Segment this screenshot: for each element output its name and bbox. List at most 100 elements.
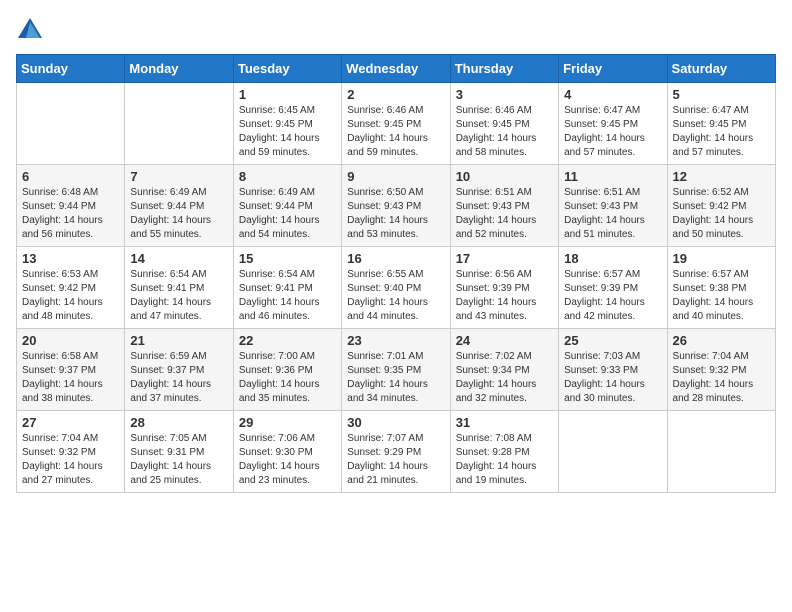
day-info: Sunrise: 7:01 AMSunset: 9:35 PMDaylight:… <box>347 350 444 406</box>
day-info: Sunrise: 6:48 AMSunset: 9:44 PMDaylight:… <box>22 186 119 242</box>
calendar-header-row: SundayMondayTuesdayWednesdayThursdayFrid… <box>17 55 776 83</box>
day-info: Sunrise: 6:58 AMSunset: 9:37 PMDaylight:… <box>22 350 119 406</box>
day-info: Sunrise: 7:04 AMSunset: 9:32 PMDaylight:… <box>22 432 119 488</box>
day-info: Sunrise: 6:47 AMSunset: 9:45 PMDaylight:… <box>673 104 770 160</box>
day-number: 30 <box>347 415 444 430</box>
day-number: 15 <box>239 251 336 266</box>
calendar-cell: 12 Sunrise: 6:52 AMSunset: 9:42 PMDayligh… <box>667 165 775 247</box>
calendar-cell: 15 Sunrise: 6:54 AMSunset: 9:41 PMDayligh… <box>233 247 341 329</box>
page-header <box>16 16 776 44</box>
day-number: 11 <box>564 169 661 184</box>
day-info: Sunrise: 6:57 AMSunset: 9:39 PMDaylight:… <box>564 268 661 324</box>
calendar-cell: 3 Sunrise: 6:46 AMSunset: 9:45 PMDaylight… <box>450 83 558 165</box>
day-info: Sunrise: 6:50 AMSunset: 9:43 PMDaylight:… <box>347 186 444 242</box>
day-header-wednesday: Wednesday <box>342 55 450 83</box>
calendar-cell: 17 Sunrise: 6:56 AMSunset: 9:39 PMDayligh… <box>450 247 558 329</box>
calendar-cell: 26 Sunrise: 7:04 AMSunset: 9:32 PMDayligh… <box>667 329 775 411</box>
day-header-monday: Monday <box>125 55 233 83</box>
day-info: Sunrise: 6:51 AMSunset: 9:43 PMDaylight:… <box>564 186 661 242</box>
day-number: 26 <box>673 333 770 348</box>
day-info: Sunrise: 6:47 AMSunset: 9:45 PMDaylight:… <box>564 104 661 160</box>
day-info: Sunrise: 7:05 AMSunset: 9:31 PMDaylight:… <box>130 432 227 488</box>
day-number: 23 <box>347 333 444 348</box>
day-number: 12 <box>673 169 770 184</box>
calendar-cell <box>667 411 775 493</box>
calendar-cell: 1 Sunrise: 6:45 AMSunset: 9:45 PMDaylight… <box>233 83 341 165</box>
day-info: Sunrise: 6:49 AMSunset: 9:44 PMDaylight:… <box>130 186 227 242</box>
calendar-cell: 9 Sunrise: 6:50 AMSunset: 9:43 PMDaylight… <box>342 165 450 247</box>
day-header-saturday: Saturday <box>667 55 775 83</box>
day-info: Sunrise: 6:51 AMSunset: 9:43 PMDaylight:… <box>456 186 553 242</box>
day-number: 7 <box>130 169 227 184</box>
day-info: Sunrise: 6:53 AMSunset: 9:42 PMDaylight:… <box>22 268 119 324</box>
calendar-table: SundayMondayTuesdayWednesdayThursdayFrid… <box>16 54 776 493</box>
calendar-cell: 13 Sunrise: 6:53 AMSunset: 9:42 PMDayligh… <box>17 247 125 329</box>
day-number: 29 <box>239 415 336 430</box>
calendar-cell: 28 Sunrise: 7:05 AMSunset: 9:31 PMDayligh… <box>125 411 233 493</box>
day-number: 20 <box>22 333 119 348</box>
day-info: Sunrise: 7:07 AMSunset: 9:29 PMDaylight:… <box>347 432 444 488</box>
calendar-cell: 18 Sunrise: 6:57 AMSunset: 9:39 PMDayligh… <box>559 247 667 329</box>
day-info: Sunrise: 7:04 AMSunset: 9:32 PMDaylight:… <box>673 350 770 406</box>
calendar-cell: 7 Sunrise: 6:49 AMSunset: 9:44 PMDaylight… <box>125 165 233 247</box>
calendar-cell: 16 Sunrise: 6:55 AMSunset: 9:40 PMDayligh… <box>342 247 450 329</box>
calendar-cell <box>17 83 125 165</box>
calendar-cell: 31Sunrise: 7:08 AMSunset: 9:28 PMDayligh… <box>450 411 558 493</box>
calendar-cell: 5 Sunrise: 6:47 AMSunset: 9:45 PMDaylight… <box>667 83 775 165</box>
calendar-cell: 11 Sunrise: 6:51 AMSunset: 9:43 PMDayligh… <box>559 165 667 247</box>
day-number: 8 <box>239 169 336 184</box>
day-number: 27 <box>22 415 119 430</box>
day-info: Sunrise: 6:46 AMSunset: 9:45 PMDaylight:… <box>456 104 553 160</box>
day-info: Sunrise: 6:52 AMSunset: 9:42 PMDaylight:… <box>673 186 770 242</box>
calendar-week-row: 1 Sunrise: 6:45 AMSunset: 9:45 PMDaylight… <box>17 83 776 165</box>
day-number: 18 <box>564 251 661 266</box>
day-info: Sunrise: 7:06 AMSunset: 9:30 PMDaylight:… <box>239 432 336 488</box>
day-info: Sunrise: 6:54 AMSunset: 9:41 PMDaylight:… <box>239 268 336 324</box>
calendar-week-row: 6 Sunrise: 6:48 AMSunset: 9:44 PMDaylight… <box>17 165 776 247</box>
calendar-cell: 8 Sunrise: 6:49 AMSunset: 9:44 PMDaylight… <box>233 165 341 247</box>
calendar-cell: 20 Sunrise: 6:58 AMSunset: 9:37 PMDayligh… <box>17 329 125 411</box>
day-number: 24 <box>456 333 553 348</box>
day-number: 5 <box>673 87 770 102</box>
calendar-cell: 2 Sunrise: 6:46 AMSunset: 9:45 PMDaylight… <box>342 83 450 165</box>
day-number: 6 <box>22 169 119 184</box>
calendar-cell: 6 Sunrise: 6:48 AMSunset: 9:44 PMDaylight… <box>17 165 125 247</box>
day-info: Sunrise: 6:46 AMSunset: 9:45 PMDaylight:… <box>347 104 444 160</box>
day-info: Sunrise: 7:02 AMSunset: 9:34 PMDaylight:… <box>456 350 553 406</box>
logo-icon <box>16 16 44 44</box>
day-number: 10 <box>456 169 553 184</box>
day-number: 9 <box>347 169 444 184</box>
calendar-cell <box>125 83 233 165</box>
calendar-cell: 21Sunrise: 6:59 AMSunset: 9:37 PMDayligh… <box>125 329 233 411</box>
day-header-sunday: Sunday <box>17 55 125 83</box>
day-number: 3 <box>456 87 553 102</box>
day-info: Sunrise: 6:49 AMSunset: 9:44 PMDaylight:… <box>239 186 336 242</box>
day-number: 19 <box>673 251 770 266</box>
day-header-tuesday: Tuesday <box>233 55 341 83</box>
day-info: Sunrise: 6:55 AMSunset: 9:40 PMDaylight:… <box>347 268 444 324</box>
calendar-cell: 27 Sunrise: 7:04 AMSunset: 9:32 PMDayligh… <box>17 411 125 493</box>
calendar-cell: 14Sunrise: 6:54 AMSunset: 9:41 PMDayligh… <box>125 247 233 329</box>
day-number: 28 <box>130 415 227 430</box>
day-info: Sunrise: 6:45 AMSunset: 9:45 PMDaylight:… <box>239 104 336 160</box>
calendar-cell: 30 Sunrise: 7:07 AMSunset: 9:29 PMDayligh… <box>342 411 450 493</box>
logo <box>16 16 48 44</box>
calendar-cell: 4 Sunrise: 6:47 AMSunset: 9:45 PMDaylight… <box>559 83 667 165</box>
day-info: Sunrise: 7:00 AMSunset: 9:36 PMDaylight:… <box>239 350 336 406</box>
day-number: 13 <box>22 251 119 266</box>
day-number: 25 <box>564 333 661 348</box>
calendar-cell: 29 Sunrise: 7:06 AMSunset: 9:30 PMDayligh… <box>233 411 341 493</box>
day-number: 1 <box>239 87 336 102</box>
day-number: 4 <box>564 87 661 102</box>
day-number: 16 <box>347 251 444 266</box>
calendar-cell: 25Sunrise: 7:03 AMSunset: 9:33 PMDayligh… <box>559 329 667 411</box>
day-info: Sunrise: 6:54 AMSunset: 9:41 PMDaylight:… <box>130 268 227 324</box>
day-info: Sunrise: 6:56 AMSunset: 9:39 PMDaylight:… <box>456 268 553 324</box>
day-number: 2 <box>347 87 444 102</box>
calendar-cell: 23 Sunrise: 7:01 AMSunset: 9:35 PMDayligh… <box>342 329 450 411</box>
day-header-friday: Friday <box>559 55 667 83</box>
calendar-cell: 19Sunrise: 6:57 AMSunset: 9:38 PMDayligh… <box>667 247 775 329</box>
day-number: 21 <box>130 333 227 348</box>
day-number: 17 <box>456 251 553 266</box>
calendar-cell: 10 Sunrise: 6:51 AMSunset: 9:43 PMDayligh… <box>450 165 558 247</box>
